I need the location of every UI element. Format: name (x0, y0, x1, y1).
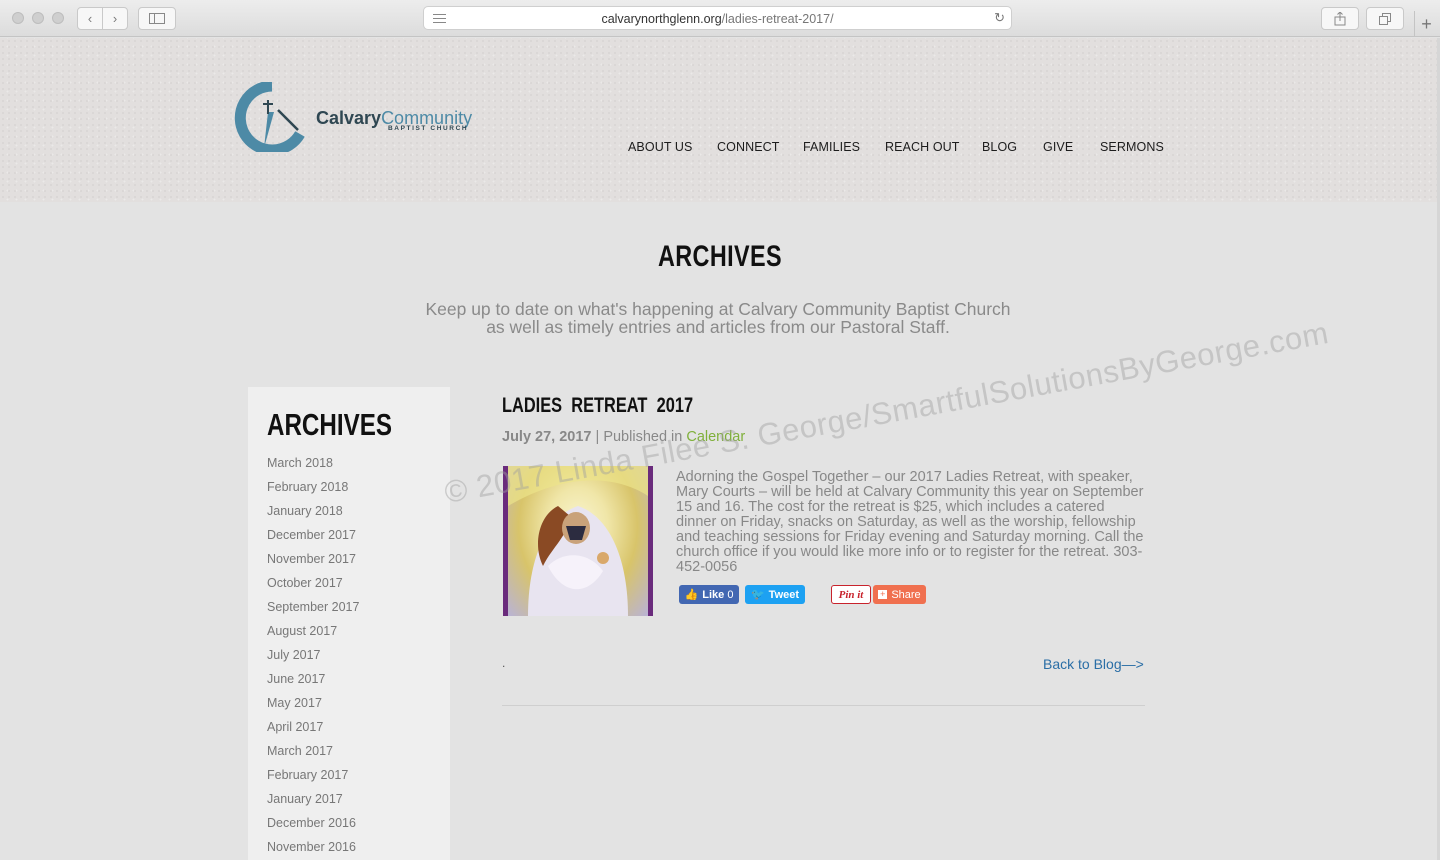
like-count: 0 (727, 588, 734, 601)
browser-toolbar: ‹ › calvarynorthglenn.org/ladies-retreat… (0, 0, 1440, 37)
back-to-blog-link[interactable]: Back to Blog—> (1043, 656, 1144, 672)
archive-link[interactable]: March 2017 (267, 743, 359, 767)
url-path: /ladies-retreat-2017/ (721, 12, 834, 26)
pin-label: Pin it (838, 588, 864, 601)
url-domain: calvarynorthglenn.org (601, 12, 722, 26)
chevron-right-icon: › (112, 11, 118, 26)
post-date: July 27, 2017 (502, 429, 592, 445)
plus-square-icon: + (878, 589, 888, 599)
archive-link[interactable]: December 2016 (267, 815, 359, 839)
sidebar-toggle-button[interactable] (138, 7, 176, 30)
like-label: Like (702, 588, 725, 601)
archive-link[interactable]: February 2017 (267, 767, 359, 791)
archive-link[interactable]: May 2017 (267, 695, 359, 719)
nav-give[interactable]: GIVE (1043, 140, 1073, 154)
sidebar-icon (149, 13, 165, 24)
minimize-window-dot[interactable] (32, 12, 44, 24)
logo-name-bold: Calvary (316, 108, 382, 128)
archive-link[interactable]: April 2017 (267, 719, 359, 743)
archive-link[interactable]: August 2017 (267, 623, 359, 647)
logo-subtitle: BAPTIST CHURCH (388, 125, 469, 132)
forward-button[interactable]: › (102, 7, 128, 30)
tweet-label: Tweet (768, 588, 800, 601)
nav-families[interactable]: FAMILIES (803, 140, 860, 154)
pin-it-button[interactable]: Pin it (831, 585, 871, 604)
archive-list: March 2018 February 2018 January 2018 De… (267, 455, 359, 860)
nav-connect[interactable]: CONNECT (717, 140, 780, 154)
archive-link[interactable]: February 2018 (267, 479, 359, 503)
post-divider (502, 705, 1145, 706)
thumbs-up-icon: 👍 (684, 589, 699, 601)
address-bar[interactable]: calvarynorthglenn.org/ladies-retreat-201… (423, 6, 1012, 30)
nav-reach-out[interactable]: REACH OUT (885, 140, 960, 154)
share-plus-button[interactable]: + Share (873, 585, 926, 604)
facebook-like-button[interactable]: 👍 Like 0 (679, 585, 739, 604)
archive-link[interactable]: January 2018 (267, 503, 359, 527)
archive-link[interactable]: September 2017 (267, 599, 359, 623)
archive-link[interactable]: November 2016 (267, 839, 359, 860)
nav-blog[interactable]: BLOG (982, 140, 1017, 154)
site-header (0, 38, 1440, 202)
archive-link[interactable]: October 2017 (267, 575, 359, 599)
url-text: calvarynorthglenn.org/ladies-retreat-201… (424, 12, 1011, 26)
post-body: Adorning the Gospel Together – our 2017 … (676, 469, 1144, 575)
plus-icon: + (1421, 14, 1432, 34)
page-title: ARCHIVES (657, 240, 783, 273)
archive-link[interactable]: July 2017 (267, 647, 359, 671)
archive-link[interactable]: December 2017 (267, 527, 359, 551)
reload-icon[interactable]: ↻ (994, 10, 1005, 26)
archives-sidebar: ARCHIVES March 2018 February 2018 Januar… (248, 387, 450, 860)
chevron-left-icon: ‹ (87, 11, 93, 26)
share-icon (1334, 11, 1346, 25)
tabs-icon (1379, 12, 1391, 25)
nav-sermons[interactable]: SERMONS (1100, 140, 1164, 154)
share-label: Share (891, 588, 921, 601)
close-window-dot[interactable] (12, 12, 24, 24)
zoom-window-dot[interactable] (52, 12, 64, 24)
archive-link[interactable]: June 2017 (267, 671, 359, 695)
archive-link[interactable]: November 2017 (267, 551, 359, 575)
post-title[interactable]: LADIES RETREAT 2017 (502, 394, 693, 418)
archive-link[interactable]: March 2018 (267, 455, 359, 479)
new-tab-button[interactable]: + (1414, 11, 1438, 37)
tweet-button[interactable]: 🐦 Tweet (745, 585, 805, 604)
twitter-bird-icon: 🐦 (750, 589, 765, 601)
nav-about-us[interactable]: ABOUT US (628, 140, 692, 154)
share-button[interactable] (1321, 7, 1359, 30)
page-intro: Keep up to date on what's happening at C… (425, 299, 1011, 337)
back-button[interactable]: ‹ (77, 7, 103, 30)
archive-link[interactable]: January 2017 (267, 791, 359, 815)
tabs-overview-button[interactable] (1366, 7, 1404, 30)
post-footer-dot: . (502, 656, 506, 670)
sidebar-title: ARCHIVES (267, 407, 392, 442)
